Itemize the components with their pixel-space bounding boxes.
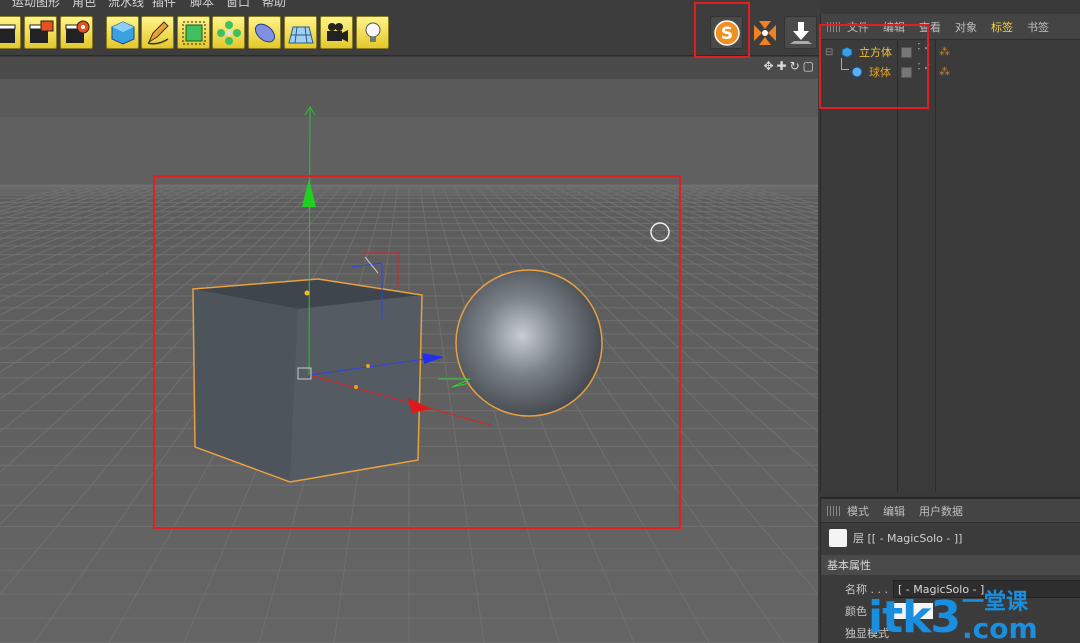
- cube-icon: [111, 20, 134, 45]
- menu-mograph[interactable]: 运动图形: [12, 0, 60, 8]
- menu-script[interactable]: 脚本: [190, 0, 214, 8]
- camera-icon: [326, 22, 348, 42]
- drop-to-floor-icon: [789, 21, 812, 44]
- menu-window[interactable]: 窗口: [226, 0, 250, 8]
- attribute-manager-tabs: 模式 编辑 用户数据: [821, 499, 1080, 523]
- section-basic-properties: 基本属性: [827, 559, 871, 572]
- tab-user-data[interactable]: 用户数据: [919, 503, 963, 519]
- highlight-viewport-objects: [153, 175, 681, 529]
- floor-button[interactable]: [284, 16, 317, 49]
- highlight-object-list: [819, 24, 929, 109]
- toggle-view-icon[interactable]: ▢: [803, 59, 814, 73]
- cloner-icon: [216, 20, 241, 45]
- tag-icon[interactable]: ⁂: [939, 65, 950, 78]
- tab-mode[interactable]: 模式: [847, 503, 869, 519]
- render-picture-viewer-button[interactable]: [24, 16, 57, 49]
- light-button[interactable]: [356, 16, 389, 49]
- tab-bookmarks[interactable]: 书签: [1027, 19, 1049, 35]
- cube-button[interactable]: [106, 16, 139, 49]
- clapperboard-icon: [0, 24, 15, 43]
- pen-button[interactable]: [141, 16, 174, 49]
- watermark-tld: .com: [962, 612, 1038, 643]
- cloner-button[interactable]: [212, 16, 245, 49]
- subdivision-button[interactable]: [177, 16, 210, 49]
- viewport-nav-icons: ✥ ✚ ↻ ▢: [763, 59, 814, 73]
- watermark: itk3 一堂课 .com: [868, 588, 1038, 643]
- subdivision-cube-icon: [182, 21, 205, 44]
- layer-title: 层 [[ - MagicSolo - ]]: [853, 532, 963, 545]
- floor-grid-icon: [287, 26, 314, 43]
- tag-icon[interactable]: ⁂: [939, 45, 950, 58]
- layer-header: 层 [[ - MagicSolo - ]]: [821, 527, 1080, 549]
- tab-edit[interactable]: 编辑: [883, 503, 905, 519]
- highlight-magicsolo-button: [694, 2, 750, 58]
- section-header[interactable]: 基本属性: [821, 555, 1080, 575]
- magic-drop-button[interactable]: [784, 16, 817, 49]
- center-arrows-icon: [753, 20, 776, 45]
- zoom-view-icon[interactable]: ✚: [777, 59, 787, 73]
- render-view-button[interactable]: [0, 16, 21, 49]
- grip-icon[interactable]: [827, 505, 841, 516]
- light-bulb-icon: [365, 22, 380, 42]
- menu-help[interactable]: 帮助: [262, 0, 286, 8]
- tab-objects[interactable]: 对象: [955, 19, 977, 35]
- camera-button[interactable]: [320, 16, 353, 49]
- watermark-brand: itk3: [868, 592, 961, 643]
- clapperboard-play-icon: [29, 20, 53, 43]
- clapperboard-gear-icon: [65, 20, 89, 43]
- viewport-header: ✥ ✚ ↻ ▢: [0, 57, 818, 79]
- menu-plugins[interactable]: 插件: [152, 0, 176, 8]
- menu-pipeline[interactable]: 流水线: [108, 0, 144, 8]
- rotate-view-icon[interactable]: ↻: [790, 59, 800, 73]
- layer-color-swatch[interactable]: [829, 529, 847, 547]
- bend-deformer-button[interactable]: [248, 16, 281, 49]
- menu-character[interactable]: 角色: [72, 0, 96, 8]
- pen-icon: [147, 20, 169, 45]
- magic-center-button[interactable]: [748, 16, 781, 49]
- tab-tags[interactable]: 标签: [991, 19, 1013, 35]
- move-view-icon[interactable]: ✥: [763, 59, 773, 73]
- render-settings-button[interactable]: [60, 16, 93, 49]
- deformer-icon: [254, 23, 275, 42]
